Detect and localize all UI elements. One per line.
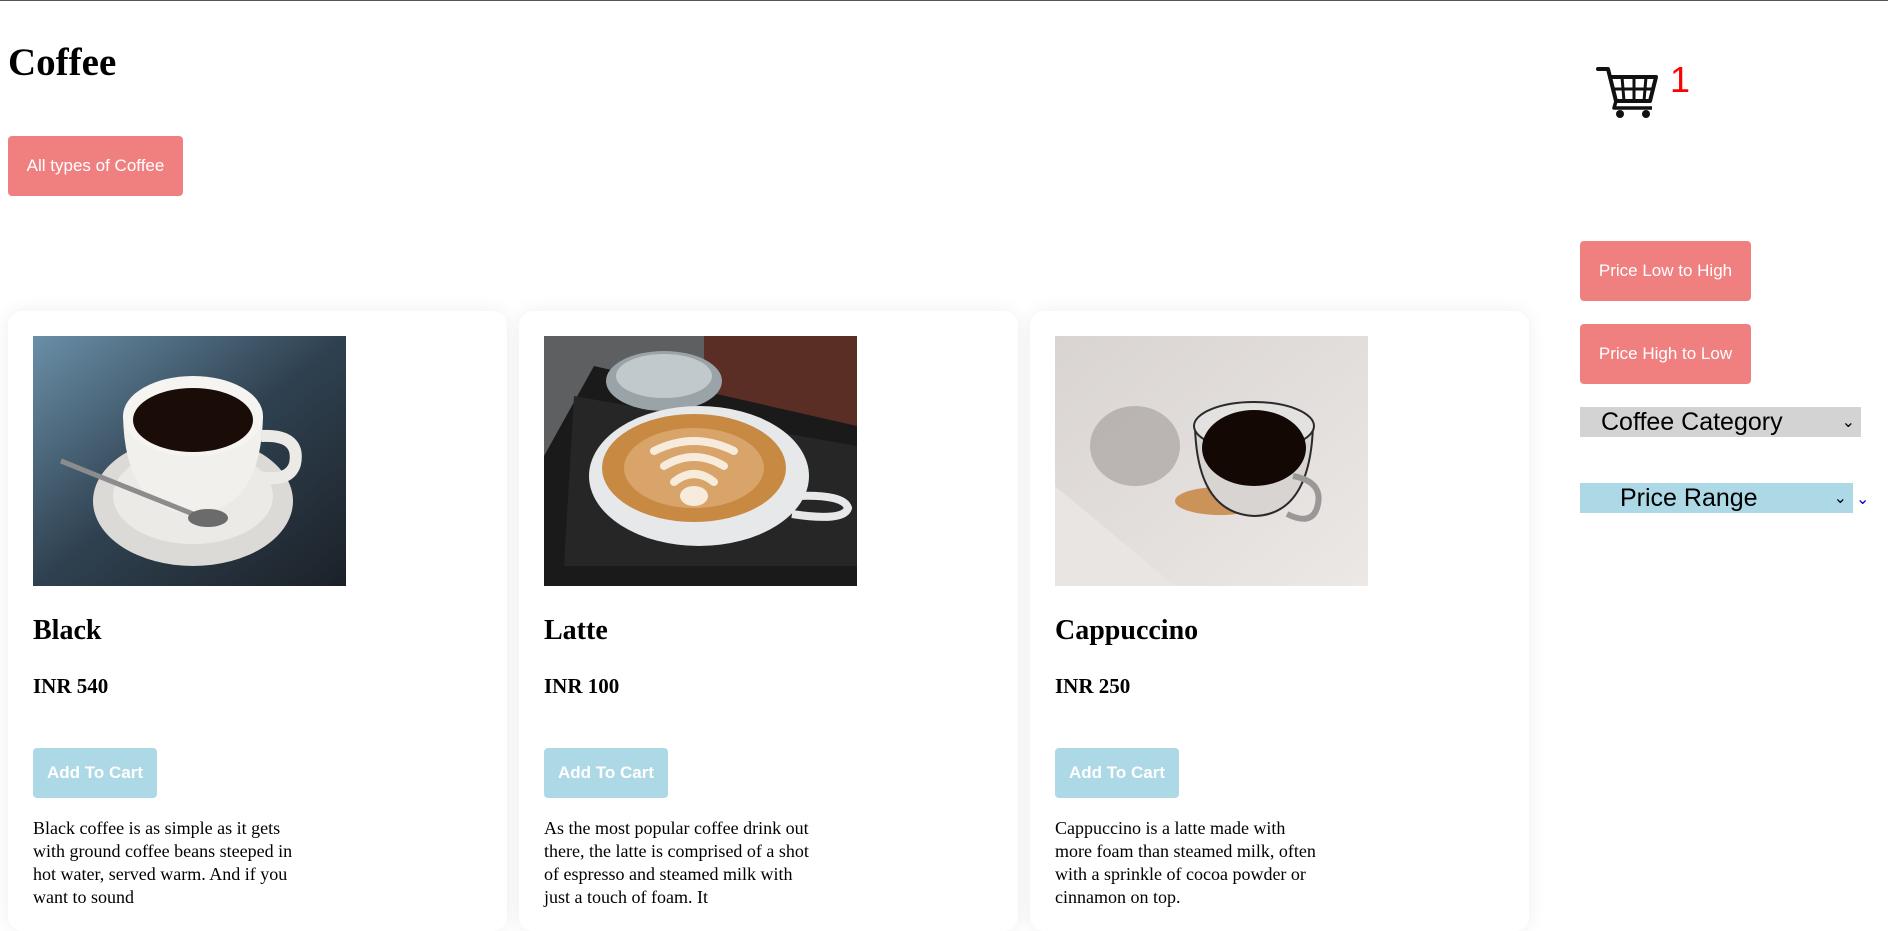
add-to-cart-button[interactable]: Add To Cart	[544, 748, 668, 798]
product-description: Black coffee is as simple as it gets wit…	[33, 818, 293, 907]
chevron-down-icon: ⌄	[1833, 490, 1847, 507]
price-range-select[interactable]: Price Range ⌄	[1580, 483, 1853, 513]
product-card-black: Black INR 540 Add To Cart Black coffee i…	[8, 311, 507, 931]
product-price: INR 540	[33, 674, 109, 698]
product-name: Black	[33, 615, 102, 646]
product-description: Cappuccino is a latte made with more foa…	[1055, 818, 1316, 907]
product-card-latte: Latte INR 100 Add To Cart As the most po…	[519, 311, 1018, 931]
sort-price-low-to-high-button[interactable]: Price Low to High	[1580, 241, 1751, 301]
product-price: INR 250	[1055, 674, 1131, 698]
page-title: Coffee	[8, 41, 117, 84]
sort-price-high-to-low-button[interactable]: Price High to Low	[1580, 324, 1751, 384]
product-description: As the most popular coffee drink out the…	[544, 818, 809, 907]
cart[interactable]: 1	[1596, 59, 1690, 119]
product-card-cappuccino: Cappuccino INR 250 Add To Cart Cappuccin…	[1030, 311, 1529, 931]
product-name: Cappuccino	[1055, 615, 1199, 646]
cart-count-badge: 1	[1670, 59, 1691, 100]
add-to-cart-button[interactable]: Add To Cart	[1055, 748, 1179, 798]
coffee-category-select[interactable]: Coffee Category ⌄	[1580, 407, 1861, 437]
shopping-cart-icon[interactable]	[1596, 65, 1660, 119]
product-image-cappuccino	[1055, 336, 1368, 586]
price-range-select-value: Price Range	[1620, 483, 1758, 512]
product-name: Latte	[544, 615, 608, 646]
coffee-category-select-value: Coffee Category	[1601, 407, 1783, 436]
add-to-cart-button[interactable]: Add To Cart	[33, 748, 157, 798]
product-image-black	[33, 336, 346, 586]
product-image-latte	[544, 336, 857, 586]
chevron-down-icon: ⌄	[1841, 414, 1855, 431]
chevron-down-icon[interactable]: ⌄	[1856, 489, 1869, 509]
all-types-button[interactable]: All types of Coffee	[8, 136, 183, 196]
product-price: INR 100	[544, 674, 620, 698]
